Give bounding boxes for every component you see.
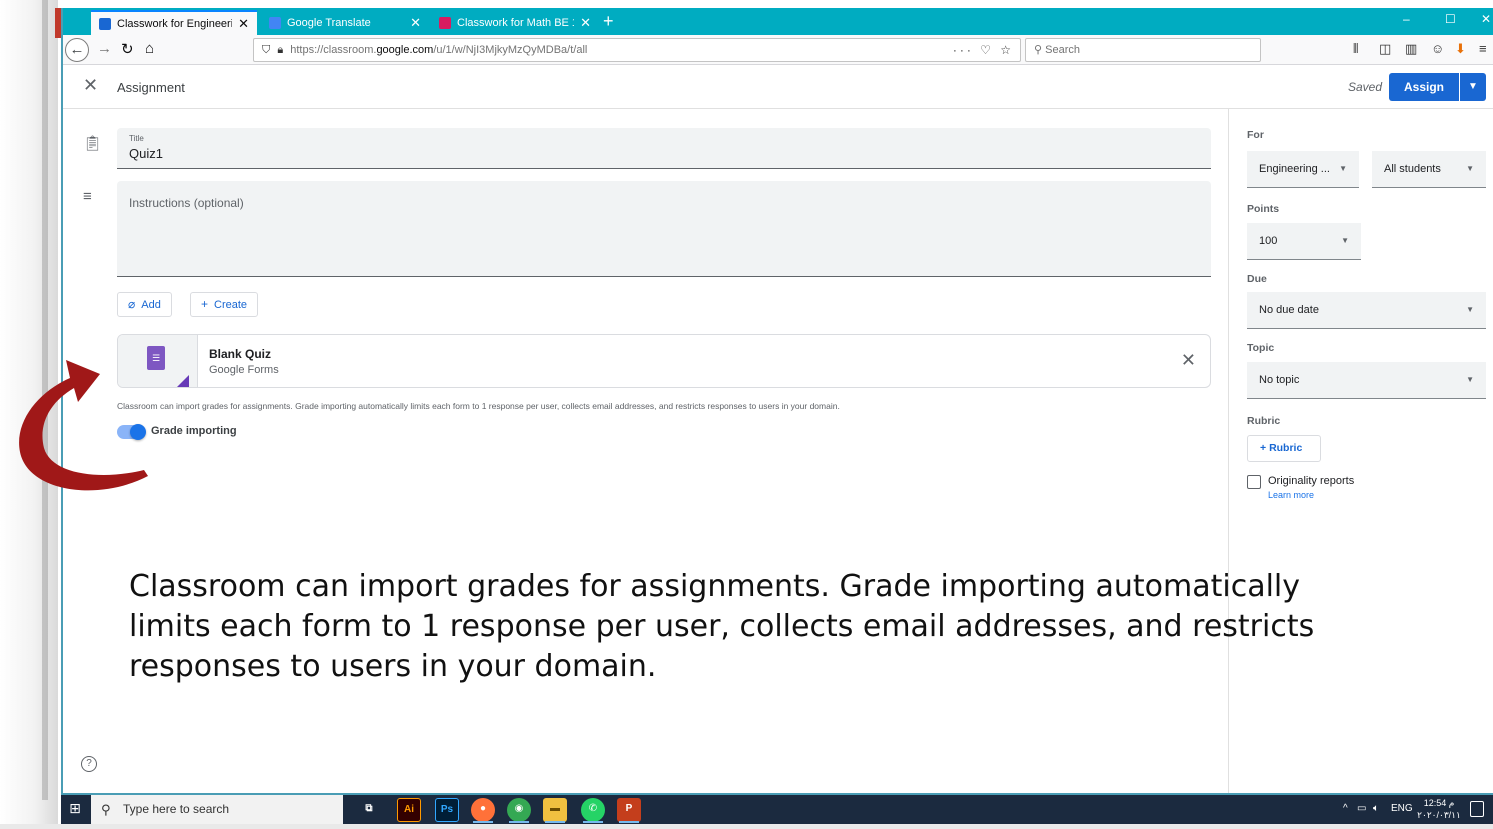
- chevron-down-icon: ▼: [1466, 164, 1474, 173]
- thumbnail-corner: [176, 375, 189, 387]
- reload-icon[interactable]: ↻: [121, 40, 134, 58]
- assign-options-dropdown[interactable]: ▼: [1460, 73, 1486, 101]
- close-tab-icon[interactable]: ✕: [580, 15, 591, 31]
- attachment-name: Blank Quiz: [209, 347, 272, 361]
- home-icon[interactable]: ⌂: [145, 40, 154, 57]
- chevron-down-icon: ▼: [1466, 305, 1474, 314]
- tab-classwork-math[interactable]: Classwork for Math BE 102/EE ✕: [431, 10, 599, 35]
- rubric-label: Rubric: [1247, 415, 1281, 427]
- due-select[interactable]: No due date ▼: [1247, 292, 1486, 329]
- url-bar[interactable]: ⛉ 🔒︎ https://classroom.google.com/u/1/w/…: [253, 38, 1021, 62]
- library-icon[interactable]: ⫴: [1353, 41, 1358, 57]
- account-icon[interactable]: ☺: [1431, 41, 1444, 56]
- powerpoint-icon[interactable]: P: [617, 798, 641, 823]
- chrome-icon[interactable]: ◉: [507, 798, 531, 823]
- topic-label: Topic: [1247, 342, 1275, 354]
- close-tab-icon[interactable]: ✕: [238, 16, 249, 32]
- grade-importing-label: Grade importing: [151, 425, 237, 437]
- slide-frame-bottom: [0, 824, 1493, 829]
- volume-icon[interactable]: 🔈︎: [1373, 803, 1379, 814]
- chevron-down-icon: ▼: [1341, 236, 1349, 245]
- help-icon[interactable]: ?: [81, 756, 97, 772]
- back-icon[interactable]: ←: [65, 38, 89, 62]
- sidebar-icon[interactable]: ◫: [1379, 41, 1391, 57]
- close-icon[interactable]: ✕: [83, 75, 98, 96]
- classroom-favicon-icon: [439, 16, 451, 29]
- assignment-settings-panel: For Engineering ... ▼ All students ▼ Point…: [1228, 109, 1493, 793]
- attachment-type: Google Forms: [209, 364, 279, 376]
- originality-reports-checkbox[interactable]: [1247, 475, 1261, 489]
- page-title: Assignment: [117, 80, 185, 95]
- class-select[interactable]: Engineering ... ▼: [1247, 151, 1359, 188]
- chevron-down-icon: ▼: [1339, 164, 1347, 173]
- task-view-icon[interactable]: ⧉: [357, 798, 381, 822]
- tab-bar: Classwork for Engineering draw ✕ Google …: [63, 8, 1493, 35]
- network-icon[interactable]: ▭: [1357, 803, 1366, 814]
- learn-more-link[interactable]: Learn more: [1268, 490, 1314, 500]
- file-explorer-icon[interactable]: ▬: [543, 798, 567, 823]
- add-button[interactable]: ⌀ Add: [117, 292, 172, 317]
- language-indicator[interactable]: ENG: [1391, 803, 1413, 814]
- lock-icon: 🔒︎: [277, 44, 284, 56]
- saved-status: Saved: [1348, 80, 1383, 94]
- navigation-bar: ← → ↻ ⌂ ⛉ 🔒︎ https://classroom.google.co…: [63, 35, 1493, 65]
- instructions-icon: ≡: [83, 188, 92, 205]
- whatsapp-icon[interactable]: ✆: [581, 798, 605, 823]
- remove-attachment-icon[interactable]: ✕: [1181, 350, 1196, 371]
- menu-icon[interactable]: ≡: [1479, 41, 1487, 56]
- windows-taskbar: ⊞ ⚲ Type here to search ⧉ Ai Ps ● ◉ ▬ ✆ P…: [61, 795, 1493, 824]
- originality-reports-label: Originality reports: [1268, 475, 1355, 487]
- browser-search-input[interactable]: ⚲ Search: [1025, 38, 1261, 62]
- photoshop-icon[interactable]: Ps: [435, 798, 459, 822]
- tab-classwork-engineering[interactable]: Classwork for Engineering draw ✕: [91, 10, 257, 35]
- paperclip-icon: ⌀: [128, 297, 136, 311]
- taskbar-clock[interactable]: 12:54 م ٢٠٢٠/٠٣/١١: [1417, 797, 1461, 821]
- instructions-field[interactable]: Instructions (optional): [117, 181, 1211, 277]
- create-button[interactable]: + Create: [190, 292, 259, 317]
- assignment-icon: 📋︎: [83, 135, 103, 152]
- students-select[interactable]: All students ▼: [1372, 151, 1486, 188]
- page-actions-icon[interactable]: ··· ♡ ☆: [953, 39, 1014, 61]
- search-icon: ⚲: [101, 802, 111, 817]
- translate-favicon-icon: [269, 16, 281, 29]
- due-label: Due: [1247, 273, 1267, 285]
- firefox-icon[interactable]: ●: [471, 798, 495, 823]
- points-select[interactable]: 100 ▼: [1247, 223, 1361, 260]
- title-field[interactable]: Title Quiz1: [117, 128, 1211, 169]
- windows-start-icon[interactable]: ⊞: [65, 800, 85, 820]
- illustrator-icon[interactable]: Ai: [397, 798, 421, 822]
- curved-arrow-icon: [19, 360, 149, 491]
- plus-icon: +: [201, 297, 209, 311]
- notifications-icon[interactable]: [1470, 801, 1484, 817]
- tab-google-translate[interactable]: Google Translate ✕: [261, 10, 429, 35]
- tray-expand-icon[interactable]: ^: [1343, 803, 1348, 814]
- points-label: Points: [1247, 203, 1280, 215]
- search-icon: ⚲: [1034, 44, 1046, 56]
- for-label: For: [1247, 129, 1264, 141]
- grade-import-note: Classroom can import grades for assignme…: [117, 401, 840, 411]
- assignment-header: ✕ Assignment Saved Assign ▼: [63, 65, 1493, 109]
- add-rubric-button[interactable]: + Rubric: [1247, 435, 1321, 462]
- maximize-icon[interactable]: ☐: [1445, 12, 1456, 26]
- forward-icon[interactable]: →: [97, 40, 112, 57]
- assign-button[interactable]: Assign: [1389, 73, 1459, 101]
- close-window-icon[interactable]: ✕: [1481, 12, 1491, 26]
- taskbar-search-input[interactable]: ⚲ Type here to search: [91, 795, 343, 824]
- minimize-icon[interactable]: –: [1403, 12, 1410, 26]
- classroom-favicon-icon: [99, 17, 111, 30]
- shield-icon: ⛉: [262, 44, 271, 56]
- extension-icon[interactable]: ▥: [1405, 41, 1417, 57]
- attachment-card[interactable]: ☰ Blank Quiz Google Forms ✕: [117, 334, 1211, 388]
- plus-icon: +: [1260, 442, 1270, 454]
- new-tab-icon[interactable]: +: [603, 10, 614, 32]
- chevron-down-icon: ▼: [1466, 375, 1474, 384]
- close-tab-icon[interactable]: ✕: [410, 15, 421, 31]
- download-icon[interactable]: ⬇: [1455, 41, 1466, 57]
- topic-select[interactable]: No topic ▼: [1247, 362, 1486, 399]
- overlay-caption: Classroom can import grades for assignme…: [129, 569, 1315, 684]
